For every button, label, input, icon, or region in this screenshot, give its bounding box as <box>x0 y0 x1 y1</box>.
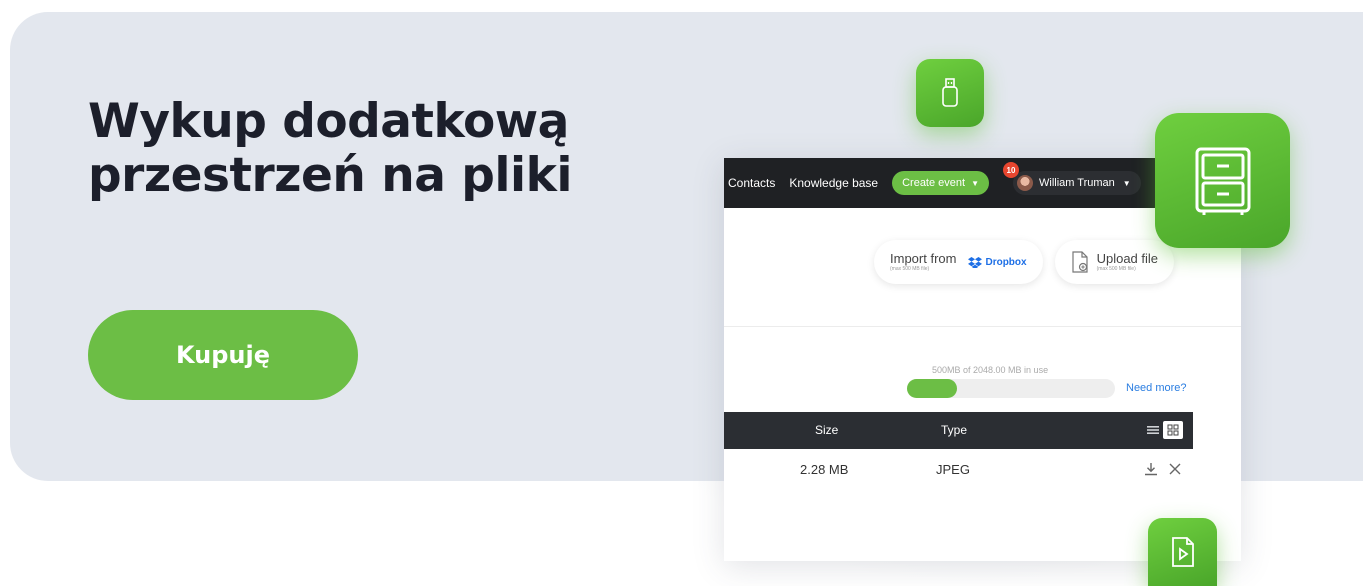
table-row[interactable]: 2.28 MB JPEG <box>724 449 1193 489</box>
column-header-type[interactable]: Type <box>941 423 967 437</box>
download-icon[interactable] <box>1141 459 1161 479</box>
import-limit: (max 500 MB file) <box>890 266 930 272</box>
upload-file-label: Upload file <box>1096 251 1159 266</box>
import-actions: Import from (max 500 MB file) Dropbox Up… <box>874 240 1186 284</box>
import-from-label: Import from <box>890 251 957 266</box>
dropbox-label: Dropbox <box>985 256 1027 268</box>
grid-view-icon[interactable] <box>1163 421 1183 439</box>
storage-usage-text: 500MB of 2048.00 MB in use <box>932 365 1049 375</box>
close-icon[interactable] <box>1165 459 1185 479</box>
dropbox-logo: Dropbox <box>968 256 1027 268</box>
upload-limit: (max 500 MB file) <box>1096 266 1136 272</box>
row-actions <box>1137 459 1185 479</box>
create-event-button[interactable]: Create event ▼ <box>892 171 989 195</box>
filing-cabinet-icon <box>1195 147 1250 215</box>
file-table-header: Size Type <box>724 412 1193 449</box>
column-header-size[interactable]: Size <box>815 423 838 437</box>
usb-drive-tile <box>916 59 984 127</box>
nav-link-knowledge-base[interactable]: Knowledge base <box>789 176 878 190</box>
user-menu[interactable]: 10 William Truman ▼ <box>1003 162 1141 195</box>
file-type: JPEG <box>936 462 970 477</box>
nav-link-contacts[interactable]: Contacts <box>728 176 775 190</box>
usb-drive-icon <box>942 78 958 107</box>
create-event-label: Create event <box>902 177 966 189</box>
storage-progress-bar <box>907 379 1115 398</box>
upload-file-icon <box>1071 251 1088 273</box>
buy-button[interactable]: Kupuję <box>88 310 358 400</box>
video-file-icon <box>1171 537 1194 567</box>
chevron-down-icon: ▼ <box>1122 178 1131 188</box>
file-size: 2.28 MB <box>800 462 849 477</box>
video-file-tile <box>1148 518 1217 586</box>
storage-progress-fill <box>907 379 957 398</box>
chevron-down-icon: ▼ <box>971 178 979 188</box>
view-toggle <box>1143 421 1183 439</box>
filing-cabinet-tile <box>1155 113 1290 248</box>
need-more-link[interactable]: Need more? <box>1126 382 1187 394</box>
headline: Wykup dodatkową przestrzeń na pliki <box>88 94 573 203</box>
notification-badge: 10 <box>1003 162 1019 178</box>
avatar <box>1017 175 1033 191</box>
import-dropbox-button[interactable]: Import from (max 500 MB file) Dropbox <box>874 240 1043 284</box>
user-name: William Truman <box>1039 177 1115 189</box>
dropbox-icon <box>968 256 983 268</box>
list-view-icon[interactable] <box>1143 421 1163 439</box>
divider <box>724 326 1241 327</box>
upload-file-button[interactable]: Upload file (max 500 MB file) <box>1054 240 1175 284</box>
